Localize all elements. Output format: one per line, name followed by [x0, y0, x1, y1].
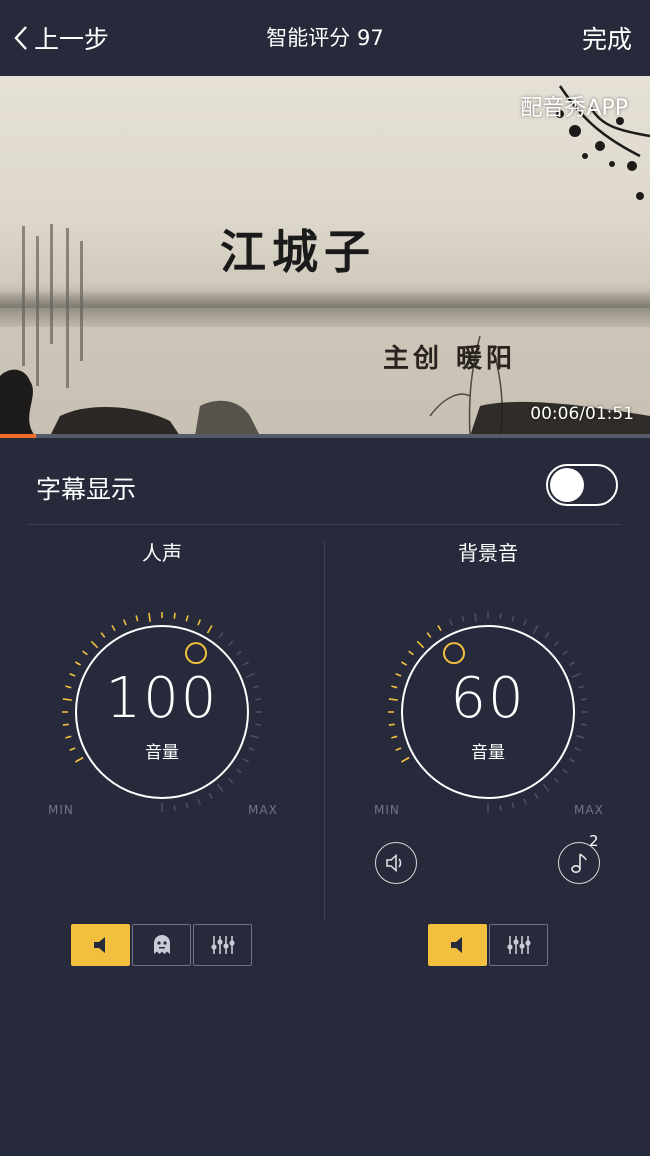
equalizer-icon [506, 936, 531, 954]
background-dial-tick [511, 615, 515, 622]
background-equalizer-button[interactable] [489, 924, 548, 966]
background-dial-tick [499, 612, 502, 619]
background-dial-tick [532, 624, 539, 634]
voice-volume-value: 100 [105, 666, 219, 731]
music-track-badge: 2 [589, 832, 599, 850]
background-speaker-button[interactable] [428, 924, 487, 966]
divider-vertical [324, 540, 325, 920]
voice-dial-tick [227, 640, 234, 647]
music-note-icon [571, 853, 587, 874]
voice-equalizer-button[interactable] [193, 924, 252, 966]
background-dial-tick [534, 793, 539, 800]
river-mist [0, 291, 650, 327]
app-watermark: 配音秀APP [520, 96, 628, 121]
voice-dial-tick [74, 661, 81, 666]
background-mode-buttons [428, 924, 548, 966]
background-volume-value: 60 [450, 666, 526, 731]
background-dial-tick [461, 615, 465, 622]
background-dial-tick [523, 619, 528, 626]
background-dial-tick [542, 783, 550, 792]
voice-dial-tick [90, 640, 99, 649]
voice-dial-tick [185, 802, 189, 809]
speaker-icon [93, 937, 105, 953]
background-dial-indicator[interactable] [443, 642, 465, 665]
voice-dial-tick [216, 783, 224, 792]
background-min-label: MIN [374, 803, 400, 817]
voice-dial-tick [148, 612, 151, 622]
speaker-icon [450, 937, 462, 953]
voice-dial-tick [185, 615, 189, 622]
background-dial-tick [448, 619, 453, 626]
top-bar: 上一步 智能评分 97 完成 [0, 0, 650, 76]
background-dial-tick [553, 777, 560, 784]
background-dial-tick [562, 650, 568, 656]
voice-dial-tick [208, 793, 213, 800]
voice-dial-indicator[interactable] [185, 642, 207, 665]
voice-panel-label: 人声 [142, 541, 182, 565]
background-dial-tick [511, 802, 515, 809]
page-title: 智能评分 97 [266, 26, 384, 50]
preview-sound-button[interactable] [375, 842, 417, 884]
voice-dial-tick [111, 624, 116, 631]
voice-dial-tick [218, 632, 224, 638]
background-dial-tick [544, 632, 550, 638]
voice-dial-tick [135, 615, 139, 622]
background-panel-label: 背景音 [458, 541, 518, 565]
voice-max-label: MAX [248, 803, 278, 817]
divider-horizontal [28, 524, 622, 525]
voice-dial-tick [173, 612, 176, 619]
voice-dial-tick [122, 619, 127, 626]
voice-ghost-button[interactable] [132, 924, 191, 966]
voice-dial-tick [82, 650, 88, 656]
background-dial-tick [400, 661, 407, 666]
speaker-wave-icon [386, 853, 402, 873]
voice-speaker-button[interactable] [71, 924, 130, 966]
voice-volume-dial[interactable]: 100 音量 [42, 592, 282, 832]
ghost-icon [153, 935, 170, 954]
equalizer-icon [210, 936, 235, 954]
video-title-text: 江城子 [220, 225, 376, 279]
subtitle-row: 字幕显示 [0, 438, 650, 524]
background-volume-dial[interactable]: 60 音量 [368, 592, 608, 832]
video-timecode: 00:06/01:51 [530, 404, 634, 424]
voice-dial-tick [236, 768, 242, 774]
background-dial-tick [553, 640, 560, 647]
voice-volume-unit: 音量 [145, 743, 179, 763]
voice-dial-tick [100, 632, 106, 638]
voice-min-label: MIN [48, 803, 74, 817]
background-dial-tick [437, 624, 442, 631]
video-player[interactable]: 配音秀APP 江城子 主创 暖阳 00:06/01:51 [0, 76, 650, 436]
voice-dial-tick [197, 619, 202, 626]
video-credit-text: 主创 暖阳 [383, 344, 517, 374]
subtitle-toggle[interactable] [546, 464, 618, 506]
background-dial-tick [416, 640, 425, 649]
voice-mode-buttons [71, 924, 252, 966]
voice-dial-tick [243, 661, 250, 666]
background-dial-tick [562, 768, 568, 774]
background-dial-tick [474, 612, 477, 622]
background-dial-tick [499, 805, 502, 812]
voice-dial-tick [236, 650, 242, 656]
voice-dial-tick [197, 798, 202, 805]
voice-dial-tick [206, 624, 213, 634]
subtitle-label: 字幕显示 [36, 475, 137, 504]
toggle-knob [550, 468, 584, 502]
done-button[interactable]: 完成 [582, 20, 632, 56]
background-dial-tick [426, 632, 432, 638]
background-volume-unit: 音量 [471, 743, 505, 763]
voice-dial-tick [173, 805, 176, 812]
background-max-label: MAX [574, 803, 604, 817]
voice-dial-tick [227, 777, 234, 784]
background-dial-tick [523, 798, 528, 805]
background-dial-tick [408, 650, 414, 656]
background-dial-tick [569, 661, 576, 666]
